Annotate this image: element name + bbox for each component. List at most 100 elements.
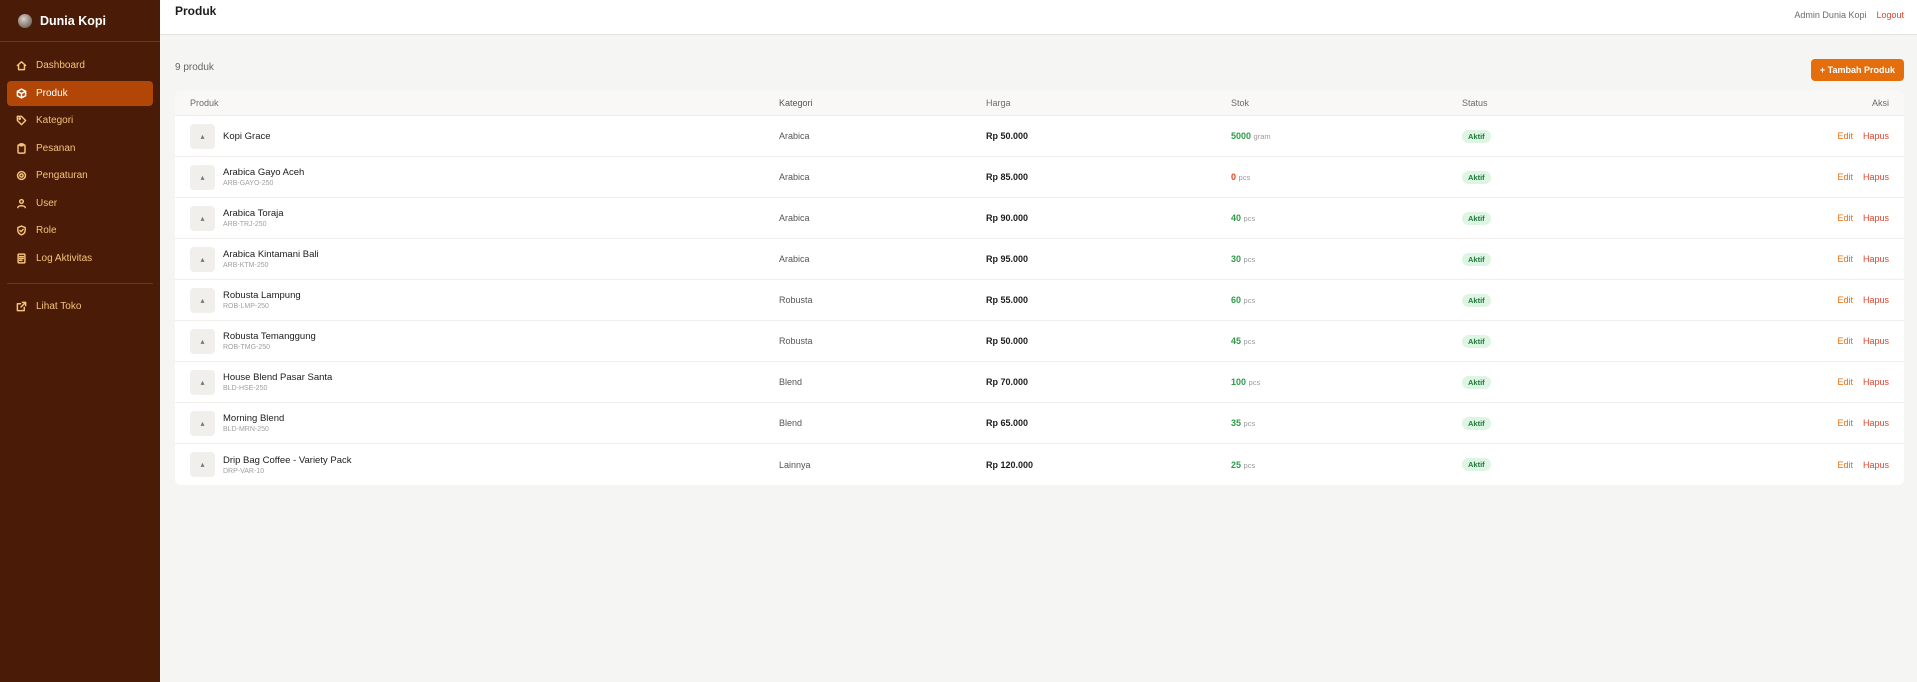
delete-button[interactable]: Hapus bbox=[1863, 172, 1889, 182]
product-category: Arabica bbox=[779, 213, 810, 223]
status-badge: Aktif bbox=[1462, 458, 1491, 471]
coffee-logo-icon bbox=[18, 13, 32, 28]
sidebar-item-user[interactable]: User bbox=[7, 191, 153, 216]
sidebar-item-label: Role bbox=[36, 225, 57, 236]
product-category: Robusta bbox=[779, 336, 813, 346]
delete-button[interactable]: Hapus bbox=[1863, 377, 1889, 387]
delete-button[interactable]: Hapus bbox=[1863, 295, 1889, 305]
table-row[interactable]: ▴ Robusta Temanggung ROB-TMG-250 Robusta… bbox=[175, 321, 1904, 362]
product-sku: BLD-MRN-250 bbox=[223, 426, 269, 433]
actions-cell: Edit Hapus bbox=[1786, 172, 1904, 182]
product-category: Arabica bbox=[779, 172, 810, 182]
column-header-produk: Produk bbox=[190, 98, 219, 108]
edit-button[interactable]: Edit bbox=[1837, 336, 1853, 346]
sidebar-item-label: Kategori bbox=[36, 115, 74, 126]
product-category: Blend bbox=[779, 377, 803, 387]
edit-button[interactable]: Edit bbox=[1837, 418, 1853, 428]
table-row[interactable]: ▴ Kopi Grace Arabica Rp 50.000 5000 gram… bbox=[175, 116, 1904, 157]
edit-button[interactable]: Edit bbox=[1837, 213, 1853, 223]
main-content: Produk Admin Dunia Kopi Logout 9 produk … bbox=[160, 0, 1917, 682]
table-row[interactable]: ▴ Arabica Kintamani Bali ARB-KTM-250 Ara… bbox=[175, 239, 1904, 280]
stock-cell: 60 pcs bbox=[1231, 295, 1462, 305]
status-cell: Aktif bbox=[1462, 211, 1786, 225]
stock-value: 40 bbox=[1231, 213, 1242, 223]
edit-button[interactable]: Edit bbox=[1837, 460, 1853, 470]
admin-name: Admin Dunia Kopi bbox=[1794, 9, 1867, 20]
status-badge: Aktif bbox=[1462, 416, 1491, 430]
table-row[interactable]: ▴ Arabica Toraja ARB-TRJ-250 Arabica Rp … bbox=[175, 198, 1904, 239]
sidebar-item-kategori[interactable]: Kategori bbox=[7, 108, 153, 133]
product-info: Kopi Grace bbox=[223, 131, 271, 142]
top-bar: Produk Admin Dunia Kopi Logout bbox=[160, 0, 1917, 35]
stock-cell: 35 pcs bbox=[1231, 418, 1462, 428]
status-cell: Aktif bbox=[1462, 416, 1786, 430]
actions-cell: Edit Hapus bbox=[1786, 213, 1904, 223]
product-info: Drip Bag Coffee - Variety Pack DRP-VAR-1… bbox=[223, 455, 351, 475]
sidebar-item-dashboard[interactable]: Dashboard bbox=[7, 53, 153, 78]
stock-cell: 5000 gram bbox=[1231, 131, 1462, 141]
delete-button[interactable]: Hapus bbox=[1863, 254, 1889, 264]
table-row[interactable]: ▴ Arabica Gayo Aceh ARB-GAYO-250 Arabica… bbox=[175, 157, 1904, 198]
delete-button[interactable]: Hapus bbox=[1863, 460, 1889, 470]
stock-cell: 0 pcs bbox=[1231, 172, 1462, 182]
delete-button[interactable]: Hapus bbox=[1863, 418, 1889, 428]
table-body: ▴ Kopi Grace Arabica Rp 50.000 5000 gram… bbox=[175, 116, 1904, 485]
stock-value: 25 bbox=[1231, 459, 1242, 470]
table-row[interactable]: ▴ Morning Blend BLD-MRN-250 Blend Rp 65.… bbox=[175, 403, 1904, 444]
edit-button[interactable]: Edit bbox=[1837, 131, 1853, 141]
stock-unit: pcs bbox=[1243, 337, 1256, 346]
edit-button[interactable]: Edit bbox=[1837, 295, 1853, 305]
sidebar-item-label: Dashboard bbox=[36, 60, 85, 71]
actions-cell: Edit Hapus bbox=[1786, 336, 1904, 346]
add-product-button[interactable]: + Tambah Produk bbox=[1810, 59, 1904, 81]
sidebar-item-label: User bbox=[36, 197, 58, 209]
product-cell: ▴ Morning Blend BLD-MRN-250 bbox=[175, 410, 779, 436]
product-name: Morning Blend bbox=[223, 413, 285, 424]
sidebar-item-lihat-toko[interactable]: Lihat Toko bbox=[7, 294, 153, 319]
stock-unit: pcs bbox=[1238, 173, 1251, 182]
table-row[interactable]: ▴ Robusta Lampung ROB-LMP-250 Robusta Rp… bbox=[175, 280, 1904, 321]
table-row[interactable]: ▴ House Blend Pasar Santa BLD-HSE-250 Bl… bbox=[175, 362, 1904, 403]
stock-unit: pcs bbox=[1243, 296, 1256, 305]
product-info: Morning Blend BLD-MRN-250 bbox=[223, 413, 284, 433]
logout-link[interactable]: Logout bbox=[1876, 10, 1904, 20]
product-category: Arabica bbox=[779, 131, 810, 141]
sidebar-item-log-aktivitas[interactable]: Log Aktivitas bbox=[7, 246, 153, 271]
product-category: Arabica bbox=[779, 254, 810, 264]
product-count: 9 produk bbox=[175, 62, 214, 73]
sidebar-item-label: Log Aktivitas bbox=[36, 252, 93, 264]
column-header-kategori: Kategori bbox=[779, 98, 813, 108]
table-row[interactable]: ▴ Drip Bag Coffee - Variety Pack DRP-VAR… bbox=[175, 444, 1904, 485]
product-cell: ▴ Robusta Lampung ROB-LMP-250 bbox=[175, 287, 779, 313]
edit-button[interactable]: Edit bbox=[1837, 377, 1853, 387]
stock-unit: pcs bbox=[1243, 214, 1256, 223]
stock-value: 30 bbox=[1231, 254, 1242, 264]
product-name: Robusta Lampung bbox=[223, 290, 301, 301]
delete-button[interactable]: Hapus bbox=[1863, 336, 1889, 346]
product-category: Robusta bbox=[779, 295, 813, 305]
actions-cell: Edit Hapus bbox=[1786, 377, 1904, 387]
status-badge: Aktif bbox=[1462, 375, 1491, 389]
product-image-placeholder-icon: ▴ bbox=[190, 205, 215, 231]
product-cell: ▴ House Blend Pasar Santa BLD-HSE-250 bbox=[175, 369, 779, 395]
edit-button[interactable]: Edit bbox=[1837, 254, 1853, 264]
product-info: Arabica Gayo Aceh ARB-GAYO-250 bbox=[223, 167, 304, 187]
edit-button[interactable]: Edit bbox=[1837, 172, 1853, 182]
external-link-icon bbox=[16, 301, 27, 312]
delete-button[interactable]: Hapus bbox=[1863, 213, 1889, 223]
sidebar-item-pesanan[interactable]: Pesanan bbox=[7, 136, 153, 161]
sidebar-item-role[interactable]: Role bbox=[7, 218, 153, 243]
product-category: Blend bbox=[779, 418, 803, 428]
sidebar-divider bbox=[7, 282, 153, 284]
stock-cell: 45 pcs bbox=[1231, 336, 1462, 346]
product-info: Arabica Kintamani Bali ARB-KTM-250 bbox=[223, 249, 319, 269]
status-badge: Aktif bbox=[1462, 129, 1491, 143]
sidebar-item-produk[interactable]: Produk bbox=[7, 80, 153, 106]
brand[interactable]: Dunia Kopi bbox=[0, 0, 160, 42]
product-name: Arabica Kintamani Bali bbox=[223, 249, 319, 260]
home-icon bbox=[16, 60, 27, 71]
actions-cell: Edit Hapus bbox=[1786, 254, 1904, 264]
status-cell: Aktif bbox=[1462, 458, 1786, 471]
sidebar-item-pengaturan[interactable]: Pengaturan bbox=[7, 163, 153, 188]
delete-button[interactable]: Hapus bbox=[1863, 131, 1889, 141]
